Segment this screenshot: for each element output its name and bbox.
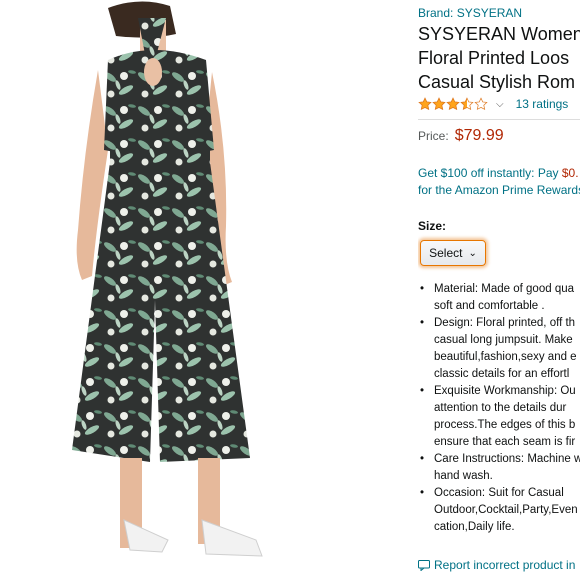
chevron-down-icon: ⌄ <box>468 247 477 259</box>
bullet-text-line: cation,Daily life. <box>434 521 515 533</box>
promo-text: Get $100 off instantly: Pay <box>418 166 562 180</box>
bullet-text-line: soft and comfortable . <box>434 300 545 312</box>
bullet-text-line: hand wash. <box>434 470 493 482</box>
promo-line-1[interactable]: Get $100 off instantly: Pay $0. <box>418 166 579 180</box>
bullet-dot: • <box>420 283 425 295</box>
product-details: Brand: SYSYERAN SYSYERAN Women Floral Pr… <box>418 0 580 580</box>
promo-amount: $0. <box>561 166 579 180</box>
star-rating-icon[interactable] <box>418 97 488 111</box>
bullet-text-line: process.The edges of this b <box>434 419 576 431</box>
product-title-line-3: Casual Stylish Rom <box>418 72 576 92</box>
bullet-text-line: ensure that each seam is fir <box>434 436 576 448</box>
bullet-text-line: Outdoor,Cocktail,Party,Even <box>434 504 578 516</box>
product-title-line-2: Floral Printed Loos <box>418 48 570 68</box>
bullet-dot: • <box>420 385 425 397</box>
chevron-down-icon[interactable]: ⌵ <box>496 99 504 110</box>
bullet-text-line: beautiful,fashion,sexy and e <box>434 351 577 363</box>
bullet-text-line: Exquisite Workmanship: Ou <box>434 385 576 397</box>
bullet-text-line: Design: Floral printed, off th <box>434 317 576 329</box>
bullet-dot: • <box>420 317 425 329</box>
price-value: $79.99 <box>454 127 504 144</box>
bullet-text-line: classic details for an effortl <box>434 368 570 380</box>
rating-row: ⌵ 13 ratings <box>418 96 568 112</box>
bullet-dot: • <box>420 453 425 465</box>
report-link-text: Report incorrect product in <box>434 558 576 572</box>
jumpsuit-photo <box>72 1 263 557</box>
size-label: Size: <box>418 219 447 233</box>
bullet-text-line: Care Instructions: Machine w <box>434 453 580 465</box>
price-label: Price: <box>418 129 449 143</box>
ratings-count-link[interactable]: 13 ratings <box>516 97 569 111</box>
size-select-dropdown[interactable]: Select ⌄ <box>420 240 486 266</box>
bullet-text-line: Occasion: Suit for Casual <box>434 487 564 499</box>
bullet-text-line: attention to the details dur <box>434 402 567 414</box>
product-title-line-1: SYSYERAN Women <box>418 24 580 44</box>
comment-icon <box>418 559 430 571</box>
report-product-link[interactable]: Report incorrect product in <box>418 558 575 572</box>
bullet-text-line: Material: Made of good qua <box>434 283 575 295</box>
price-row: Price: $79.99 <box>418 127 504 145</box>
promo-text: for the Amazon Prime Rewards <box>418 183 580 197</box>
bullet-text-line: casual long jumpsuit. Make <box>434 334 573 346</box>
divider <box>418 119 580 120</box>
brand-link[interactable]: Brand: SYSYERAN <box>418 6 522 20</box>
promo-line-2[interactable]: for the Amazon Prime Rewards <box>418 183 580 197</box>
bullet-dot: • <box>420 487 425 499</box>
product-image[interactable] <box>0 0 410 580</box>
size-select-value: Select <box>429 246 463 260</box>
